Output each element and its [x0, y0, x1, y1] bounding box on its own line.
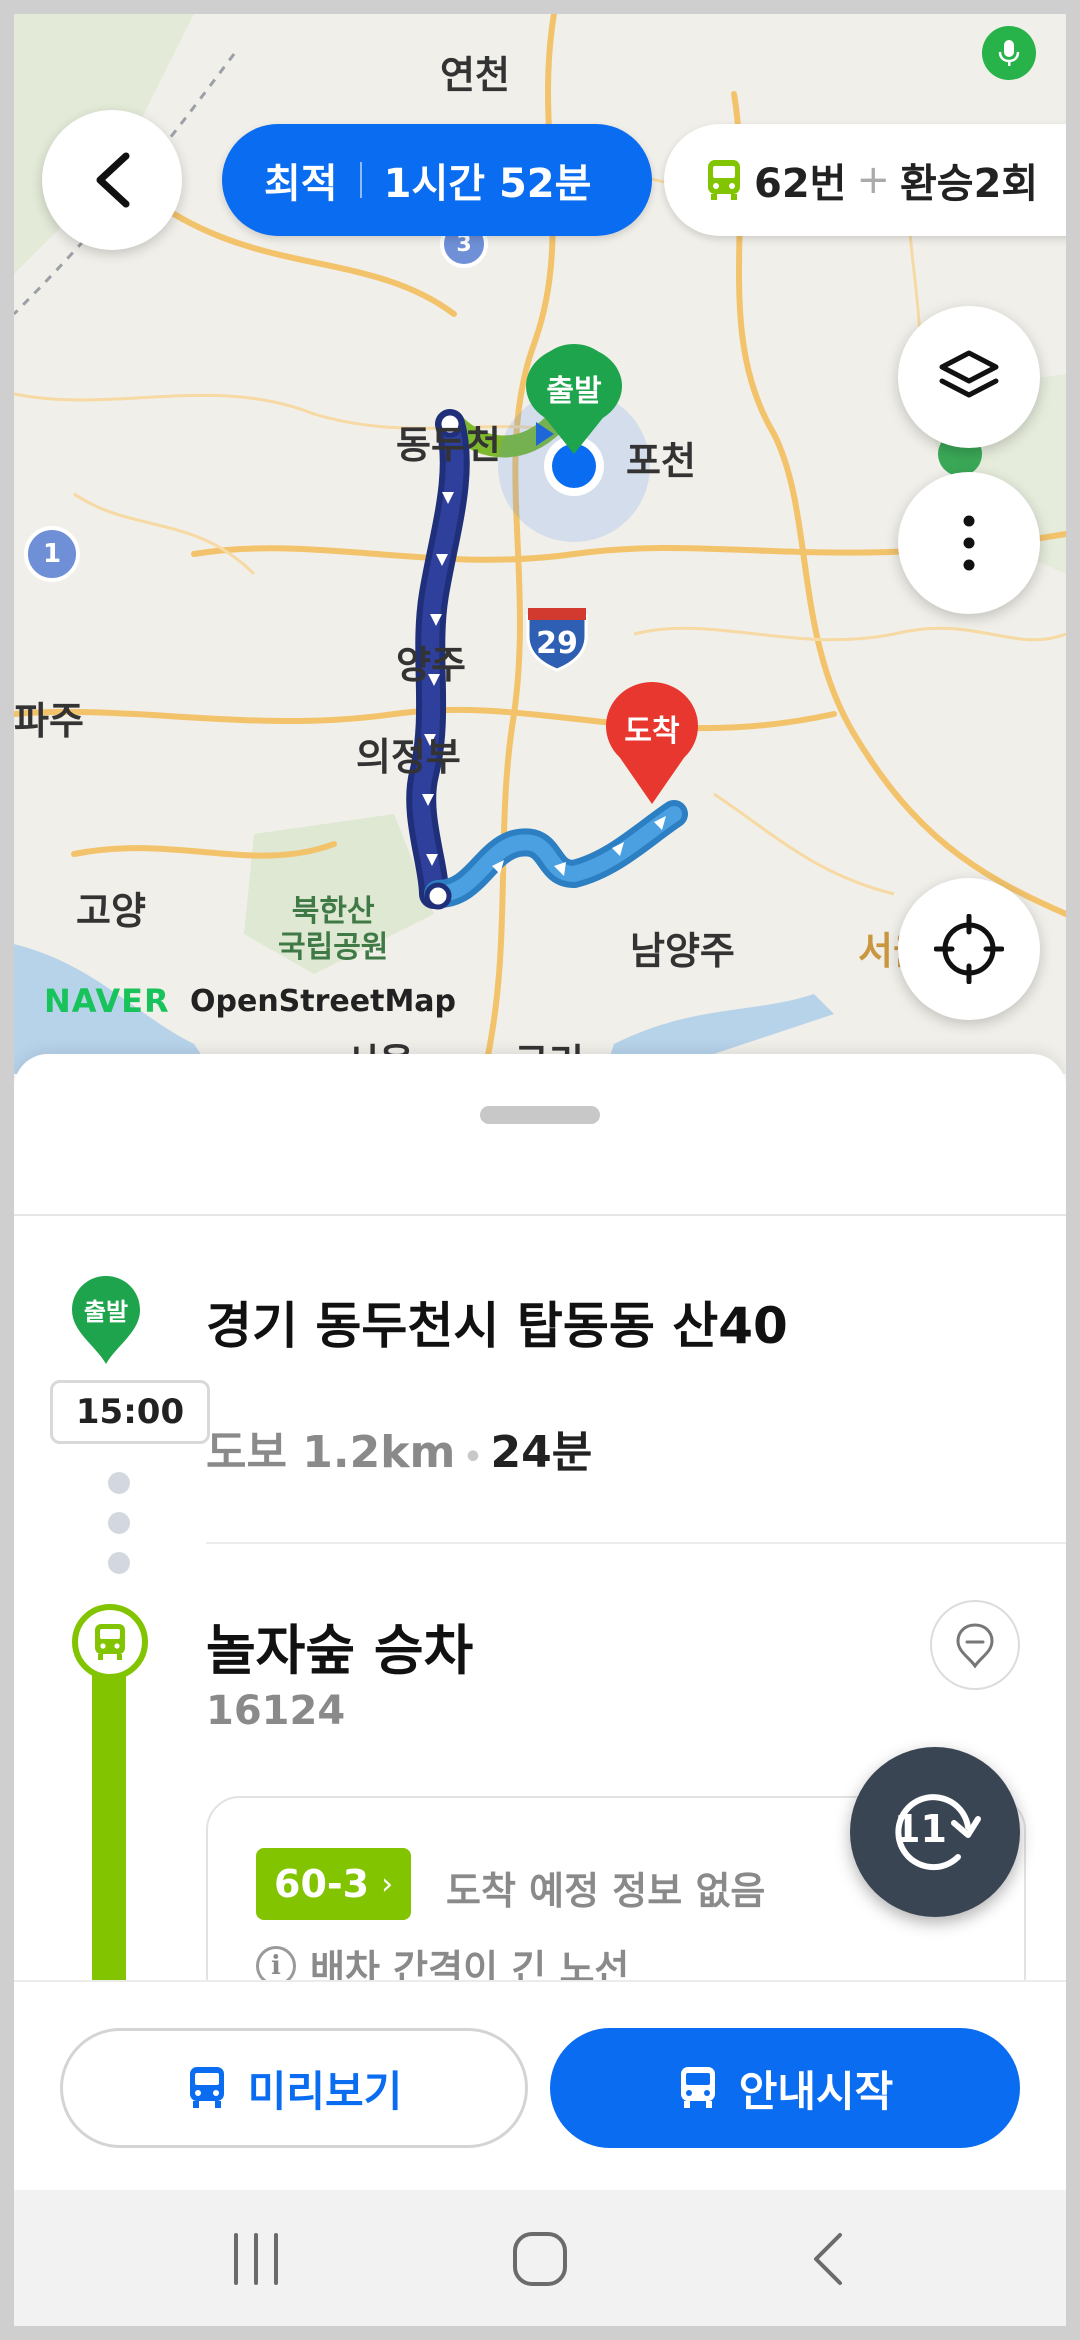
park-label: 북한산 국립공원 [278, 894, 389, 965]
place-label: 연천 [440, 53, 510, 97]
locate-button[interactable] [898, 878, 1040, 1020]
divider [14, 1214, 1066, 1216]
place-label: 남양주 [630, 929, 735, 973]
arrival-info: 도착 예정 정보 없음 [446, 1869, 766, 1913]
preview-label: 미리보기 [247, 2066, 403, 2116]
refresh-countdown: 11 [894, 1807, 947, 1851]
start-guide-label: 안내시작 [738, 2066, 894, 2116]
divider [206, 1542, 1066, 1544]
route-duration: 1시간 52분 [383, 161, 592, 207]
route-type: 최적 [264, 161, 338, 207]
recent-apps-icon [234, 2233, 278, 2285]
place-label: 고양 [76, 889, 146, 933]
place-label: 동두천 [396, 423, 501, 467]
place-label: 양주 [396, 643, 466, 687]
walk-dot [108, 1472, 130, 1494]
crosshair-icon [934, 914, 1004, 984]
bus-icon [95, 1624, 125, 1660]
walk-dot [108, 1552, 130, 1574]
naver-logo: NAVER [44, 982, 170, 1020]
stop-location-button[interactable] [930, 1600, 1020, 1690]
bus-stop-marker [72, 1604, 148, 1680]
place-label: 포천 [626, 439, 696, 483]
chevron-left-icon [96, 152, 130, 208]
home-button[interactable] [500, 2224, 580, 2294]
sheet-drag-handle[interactable] [480, 1106, 600, 1124]
recent-apps-button[interactable] [216, 2224, 296, 2294]
layers-button[interactable] [898, 306, 1040, 448]
preview-button[interactable]: 미리보기 [60, 2028, 528, 2148]
boarding-stop-name[interactable]: 놀자숲 승차 [206, 1606, 473, 1685]
refresh-button[interactable]: 11 [850, 1747, 1020, 1917]
transfer-summary: 환승2회 [899, 161, 1039, 207]
route-shield: 1 [24, 526, 80, 582]
system-nav-bar [14, 2190, 1066, 2326]
highway-shield: 29 [522, 602, 592, 672]
more-button[interactable] [898, 472, 1040, 614]
system-back-button[interactable] [788, 2224, 868, 2294]
start-address: 경기 동두천시 탑동동 산40 [206, 1297, 788, 1355]
back-button[interactable] [42, 110, 182, 250]
bus-route-badge[interactable]: 60-3 › [256, 1848, 412, 1920]
more-vertical-icon [963, 515, 975, 571]
dot-separator: • [463, 1440, 483, 1475]
home-icon [513, 2232, 567, 2286]
walk-duration: 24분 [490, 1427, 593, 1478]
osm-attribution[interactable]: OpenStreetMap [190, 984, 456, 1019]
plus-sign: + [856, 157, 890, 203]
start-guide-button[interactable]: 안내시작 [550, 2028, 1020, 2148]
stop-id: 16124 [206, 1688, 346, 1734]
route-option-pill[interactable]: 최적 1시간 52분 [222, 124, 652, 236]
end-marker-label: 도착 [624, 714, 680, 749]
departure-time: 15:00 [50, 1380, 210, 1444]
chevron-right-icon: › [381, 1866, 394, 1902]
map-view[interactable]: 연천 동두천 포천 양주 의정부 파주 고양 남양주 서울 북한산 국립공원 구… [14, 14, 1066, 1074]
pill-divider [359, 162, 362, 198]
bus-icon [186, 2065, 228, 2111]
walk-info: 도보 1.2km • 24분 [206, 1416, 592, 1480]
place-label: 파주 [14, 699, 84, 743]
screen: 연천 동두천 포천 양주 의정부 파주 고양 남양주 서울 북한산 국립공원 구… [14, 14, 1066, 2326]
back-icon [814, 2233, 842, 2285]
start-marker-label: 출발 [546, 374, 602, 409]
bus-route-number: 60-3 [274, 1862, 370, 1906]
walk-dot [108, 1512, 130, 1534]
bus-number-summary: 62번 [754, 161, 847, 207]
layers-icon [939, 350, 999, 398]
mic-icon [998, 40, 1020, 66]
highway-number: 29 [536, 625, 578, 661]
walk-distance: 도보 1.2km [206, 1427, 456, 1478]
map-pin-icon [956, 1623, 994, 1668]
bus-icon [677, 2065, 719, 2111]
start-pin-label: 출발 [83, 1298, 129, 1326]
place-label: 의정부 [356, 735, 461, 779]
mic-indicator [982, 26, 1036, 80]
start-pin: 출발 [70, 1274, 142, 1370]
route-summary-pill[interactable]: 62번 + 환승2회 [664, 124, 1066, 236]
bus-icon [708, 160, 740, 200]
bottom-action-bar: 미리보기 안내시작 [14, 1980, 1066, 2190]
